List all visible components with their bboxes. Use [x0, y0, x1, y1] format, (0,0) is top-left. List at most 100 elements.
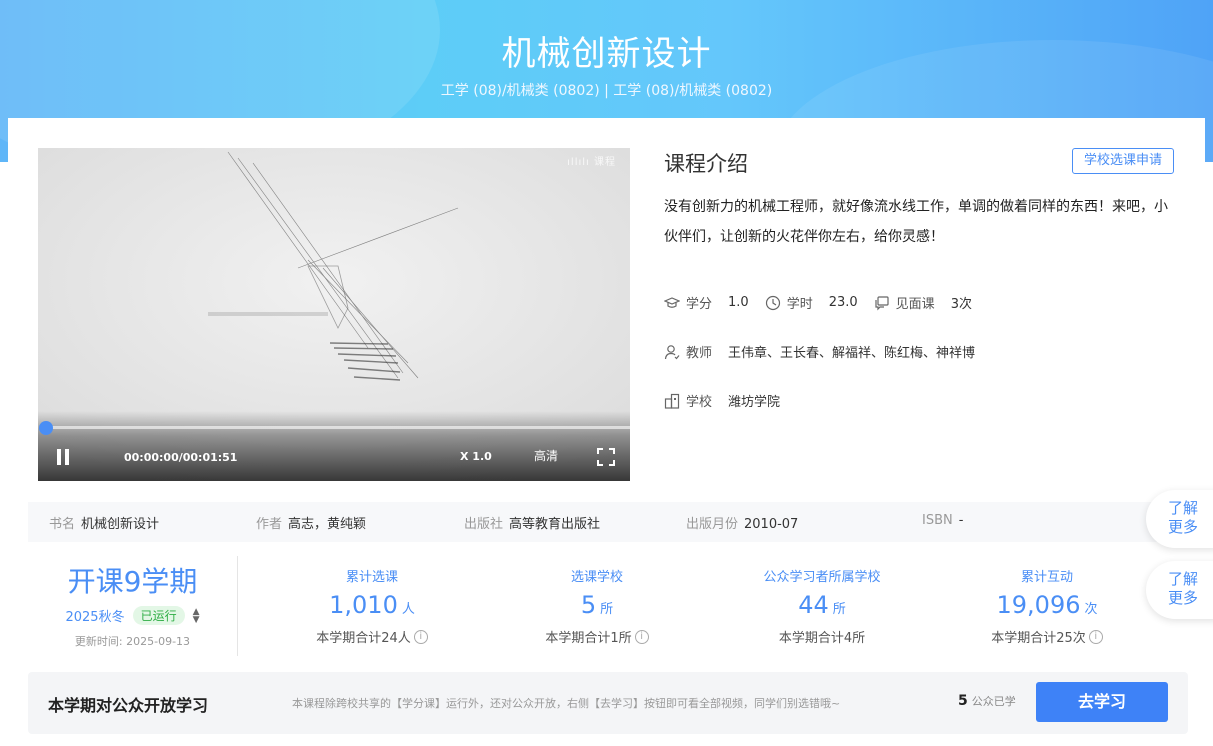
term-selector[interactable]: 2025秋冬 已运行 ▲ ▼	[28, 606, 237, 625]
book-name: 书名 机械创新设计	[49, 513, 159, 532]
teacher-label: 教师	[686, 346, 713, 361]
learn-more-label: 了解	[1168, 499, 1199, 517]
learn-more-label: 更多	[1168, 589, 1199, 607]
public-learning-title: 本学期对公众开放学习	[48, 696, 209, 715]
go-study-button[interactable]: 去学习	[1036, 682, 1168, 722]
stat-unit: 次	[1084, 602, 1098, 617]
stat-sub-text: 本学期合计25次	[991, 631, 1086, 646]
info-icon[interactable]: i	[413, 629, 428, 644]
stat-number: 44	[798, 591, 829, 619]
video-player[interactable]: ıllılı 课程 00:00:00/00:01:51 X 1.0 高清	[38, 148, 630, 481]
course-main-card: ıllılı 课程 00:00:00/00:01:51 X 1.0 高清 课程介…	[8, 118, 1205, 746]
stat-label: 公众学习者所属学校	[763, 570, 881, 585]
book-isbn-value: -	[958, 513, 964, 528]
public-learner-count: 5 公众已学	[958, 693, 1016, 709]
credit-value: 1.0	[728, 295, 749, 310]
hours-label: 学时	[786, 297, 813, 312]
clock-icon	[765, 295, 780, 310]
stat-schools: 选课学校 5所 本学期合计1所 i	[497, 566, 697, 646]
stat-sub: 本学期合计1所 i	[497, 627, 697, 646]
user-icon	[664, 344, 680, 359]
book-name-value: 机械创新设计	[81, 517, 160, 532]
hours-value: 23.0	[828, 295, 858, 310]
video-time: 00:00:00/00:01:51	[124, 451, 238, 464]
stat-unit: 所	[832, 602, 846, 617]
course-category: 工学 (08)/机械类 (0802) | 工学 (08)/机械类 (0802)	[440, 83, 773, 99]
learn-more-button[interactable]: 了解 更多	[1146, 490, 1213, 548]
video-progress-bar[interactable]	[45, 426, 630, 429]
book-month-value: 2010-07	[744, 517, 799, 532]
book-month-label: 出版月份	[686, 517, 739, 532]
stat-sub: 本学期合计4所	[722, 627, 922, 646]
chat-icon	[875, 295, 889, 310]
stat-sub: 本学期合计24人 i	[272, 627, 472, 646]
graduation-cap-icon	[664, 296, 680, 308]
stat-value: 19,096 次	[947, 591, 1147, 619]
stat-value: 44 所	[722, 591, 922, 619]
video-control-bar	[38, 411, 630, 481]
course-meta-row: 学分 1.0 学时 23.0 见面课 3次	[664, 293, 972, 312]
school-label: 学校	[686, 395, 713, 410]
building-icon	[664, 393, 680, 409]
book-author-label: 作者	[256, 517, 283, 532]
stat-sub-text: 本学期合计1所	[545, 631, 632, 646]
school-apply-button[interactable]: 学校选课申请	[1072, 148, 1174, 174]
book-isbn-label: ISBN	[922, 513, 953, 528]
public-learner-label: 公众已学	[971, 695, 1016, 708]
playback-speed-button[interactable]: X 1.0	[460, 450, 492, 463]
book-isbn: ISBN -	[922, 513, 963, 528]
stat-label: 累计选课	[345, 570, 398, 585]
stat-public-schools: 公众学习者所属学校 44 所 本学期合计4所	[722, 566, 922, 646]
stat-value: 5所	[497, 591, 697, 619]
info-icon[interactable]: i	[1088, 629, 1103, 644]
update-time: 更新时间: 2025-09-13	[74, 635, 191, 648]
stat-interactions: 累计互动 19,096 次 本学期合计25次 i	[947, 566, 1147, 646]
stat-total-enrollment: 累计选课 1,010 人 本学期合计24人 i	[272, 566, 472, 646]
book-month: 出版月份 2010-07	[686, 513, 798, 532]
stat-number: 19,096	[996, 591, 1081, 619]
school-value: 潍坊学院	[728, 395, 781, 410]
status-badge: 已运行	[132, 606, 185, 625]
learn-more-label: 了解	[1168, 570, 1199, 588]
book-author: 作者 高志，黄纯颖	[256, 513, 366, 532]
quality-button[interactable]: 高清	[534, 447, 558, 464]
book-info-row: 书名 机械创新设计 作者 高志，黄纯颖 出版社 高等教育出版社 出版月份 2010-07…	[28, 502, 1188, 542]
term-name: 2025秋冬	[65, 610, 125, 625]
public-learning-description: 本课程除跨校共享的【学分课】运行外，还对公众开放，右侧【去学习】按钮即可看全部视…	[292, 697, 841, 710]
teacher-row: 教师 王伟章、王长春、解福祥、陈红梅、神祥博	[664, 342, 975, 361]
public-learner-number: 5	[958, 693, 968, 709]
stat-sub-text: 本学期合计24人	[316, 631, 411, 646]
stat-unit: 人	[401, 602, 415, 617]
stat-value: 1,010 人	[272, 591, 472, 619]
school-row: 学校 潍坊学院	[664, 391, 780, 410]
book-author-value: 高志，黄纯颖	[288, 517, 367, 532]
book-publisher-value: 高等教育出版社	[509, 517, 601, 532]
video-watermark: ıllılı 课程	[567, 157, 616, 168]
learn-more-label: 更多	[1168, 518, 1199, 536]
stat-sub-text: 本学期合计4所	[778, 631, 866, 646]
public-learning-bar: 本学期对公众开放学习 本课程除跨校共享的【学分课】运行外，还对公众开放，右侧【去…	[28, 672, 1188, 734]
stat-label: 累计互动	[1020, 570, 1073, 585]
learn-more-button[interactable]: 了解 更多	[1146, 561, 1213, 619]
term-count-title: 开课9学期	[67, 565, 198, 598]
course-title: 机械创新设计	[501, 34, 712, 74]
pause-icon[interactable]	[56, 449, 70, 465]
sort-arrows-icon[interactable]: ▲ ▼	[193, 607, 200, 624]
stat-unit: 所	[600, 602, 614, 617]
fullscreen-icon[interactable]	[597, 448, 615, 466]
intro-title: 课程介绍	[664, 152, 748, 176]
video-progress-handle[interactable]	[39, 421, 53, 435]
book-publisher: 出版社 高等教育出版社	[464, 513, 600, 532]
info-icon[interactable]: i	[634, 629, 649, 644]
teacher-value: 王伟章、王长春、解福祥、陈红梅、神祥博	[728, 346, 976, 361]
stat-sub: 本学期合计25次 i	[947, 627, 1147, 646]
stat-number: 1,010	[329, 591, 398, 619]
credit-label: 学分	[686, 297, 713, 312]
meet-value: 3次	[950, 297, 972, 312]
term-summary: 开课9学期 2025秋冬 已运行 ▲ ▼ 更新时间: 2025-09-13	[28, 556, 238, 656]
stat-number: 5	[580, 591, 597, 619]
meet-label: 见面课	[895, 297, 935, 312]
intro-description: 没有创新力的机械工程师，就好像流水线工作，单调的做着同样的东西！来吧，小伙伴们，…	[664, 199, 1168, 245]
book-publisher-label: 出版社	[464, 517, 504, 532]
book-name-label: 书名	[49, 517, 76, 532]
